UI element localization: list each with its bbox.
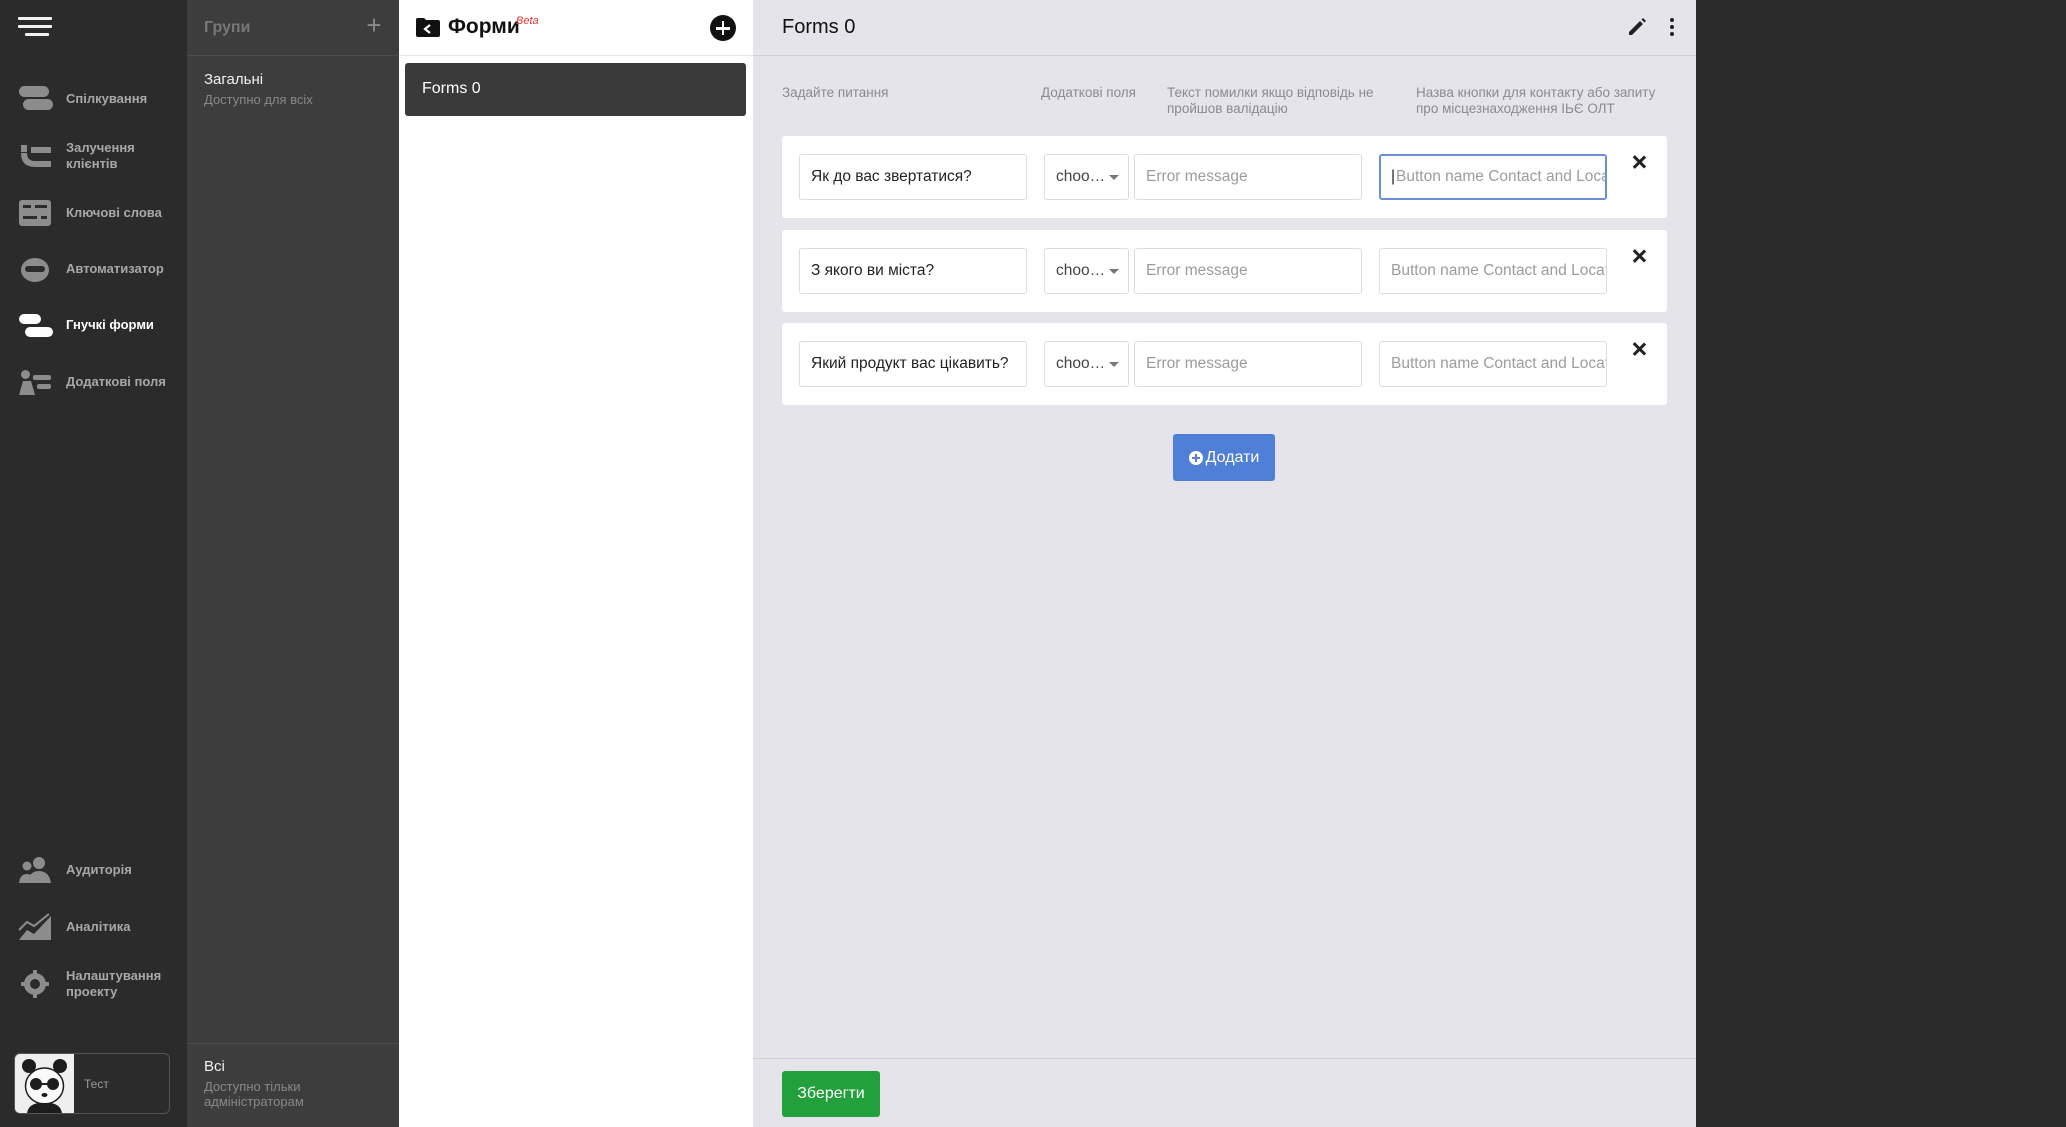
nav-label: Залучення клієнтів: [66, 140, 135, 171]
nav-label: Налаштування проекту: [66, 968, 162, 999]
groups-panel: Групи + Загальні Доступно для всіх Всі Д…: [187, 0, 399, 1127]
form-editor: Forms 0 Задайте питання Додаткові поля Т…: [753, 0, 1696, 1127]
audience-icon: [19, 857, 51, 883]
settings-gear-icon: [21, 970, 49, 998]
pencil-icon[interactable]: [1627, 17, 1647, 37]
extra-field-select[interactable]: choo…: [1044, 248, 1129, 294]
avatar: [15, 1054, 74, 1113]
group-description: Доступно тільки адміністраторам: [204, 1079, 304, 1109]
hamburger-menu-icon[interactable]: [18, 17, 52, 39]
nav-item-client-acquisition[interactable]: Залучення клієнтів: [0, 140, 187, 172]
add-question-button[interactable]: Додати: [1173, 434, 1275, 481]
error-message-input[interactable]: Error message: [1134, 341, 1362, 387]
plus-circle-icon: [1188, 450, 1203, 465]
nav-label: Ключові слова: [66, 205, 162, 220]
forms-list-panel: Форми Beta Forms 0: [399, 0, 753, 1127]
main-sidebar: Спілкування Залучення клієнтів Ключові с…: [0, 0, 187, 1127]
panda-avatar-icon: [15, 1054, 74, 1113]
nav-label: Аудиторія: [66, 862, 132, 877]
nav-item-extra-fields[interactable]: Додаткові поля: [0, 367, 187, 397]
group-name: Загальні: [204, 71, 264, 88]
remove-row-close-icon[interactable]: [1631, 341, 1647, 357]
nav-item-audience[interactable]: Аудиторія: [0, 855, 187, 885]
app-root: Спілкування Залучення клієнтів Ключові с…: [0, 0, 2066, 1127]
nav-item-chat[interactable]: Спілкування: [0, 83, 187, 113]
column-header-extra-fields: Додаткові поля: [1041, 85, 1136, 100]
question-input[interactable]: Який продукт вас цікавить?: [799, 341, 1027, 387]
column-header-button-name: Назва кнопки для контакту або запиту про…: [1416, 85, 1656, 116]
button-name-input[interactable]: |Button name Contact and Location: [1379, 154, 1607, 200]
button-name-input[interactable]: Button name Contact and Location: [1379, 341, 1607, 387]
user-name: Тест: [84, 1076, 109, 1091]
groups-title: Групи: [204, 19, 251, 36]
form-list-item[interactable]: Forms 0: [405, 63, 746, 116]
error-message-input[interactable]: Error message: [1134, 248, 1362, 294]
error-message-input[interactable]: Error message: [1134, 154, 1362, 200]
nav-label: Спілкування: [66, 91, 148, 106]
editor-footer: Зберегти: [753, 1058, 1696, 1127]
group-item-general[interactable]: Загальні Доступно для всіх: [204, 71, 313, 107]
groups-header: Групи +: [187, 0, 399, 56]
column-header-question: Задайте питання: [782, 85, 889, 100]
nav-item-flexible-forms[interactable]: Гнучкі форми: [0, 310, 187, 340]
nav-label: Автоматизатор: [66, 261, 164, 276]
question-row: Який продукт вас цікавить? choo… Error m…: [782, 323, 1667, 405]
right-empty-area: [1696, 0, 2066, 1127]
page-title: Forms 0: [782, 16, 856, 38]
question-input[interactable]: З якого ви міста?: [799, 248, 1027, 294]
column-header-error-text: Текст помилки якщо відповідь не пройшов …: [1167, 85, 1374, 116]
forms-title: Форми: [448, 15, 520, 38]
extra-field-select[interactable]: choo…: [1044, 341, 1129, 387]
add-form-button[interactable]: [710, 15, 736, 41]
groups-footer: Всі Доступно тільки адміністраторам: [187, 1043, 399, 1127]
forms-header: Форми Beta: [399, 0, 753, 56]
question-row: З якого ви міста? choo… Error message Bu…: [782, 230, 1667, 312]
form-name: Forms 0: [422, 80, 481, 97]
user-profile[interactable]: Тест: [14, 1053, 170, 1114]
nav-label: Додаткові поля: [66, 374, 166, 389]
editor-header: Forms 0: [753, 0, 1696, 56]
add-button-label: Додати: [1205, 448, 1260, 466]
beta-badge: Beta: [516, 15, 539, 27]
nav-item-project-settings[interactable]: Налаштування проекту: [0, 968, 187, 1000]
remove-row-close-icon[interactable]: [1631, 248, 1647, 264]
nav-item-keywords[interactable]: Ключові слова: [0, 198, 187, 228]
save-button[interactable]: Зберегти: [782, 1071, 880, 1117]
nav-item-automator[interactable]: Автоматизатор: [0, 254, 187, 284]
analytics-icon: [18, 913, 51, 940]
group-name: Всі: [204, 1058, 225, 1075]
question-input[interactable]: Як до вас звертатися?: [799, 154, 1027, 200]
extra-field-select[interactable]: choo…: [1044, 154, 1129, 200]
fields-icon: [19, 370, 51, 395]
back-folder-icon[interactable]: [416, 17, 440, 37]
nav-label: Гнучкі форми: [66, 317, 154, 332]
button-name-input[interactable]: Button name Contact and Location: [1379, 248, 1607, 294]
group-description: Доступно для всіх: [204, 92, 313, 107]
add-group-button[interactable]: +: [363, 12, 385, 38]
more-vertical-icon[interactable]: [1667, 16, 1677, 38]
group-item-all[interactable]: Всі Доступно тільки адміністраторам: [204, 1058, 334, 1109]
button-name-placeholder: Button name Contact and Location: [1396, 168, 1607, 185]
remove-row-close-icon[interactable]: [1631, 154, 1647, 170]
chat-icon: [19, 86, 53, 110]
forms-icon: [19, 314, 53, 337]
keywords-icon: [19, 200, 51, 226]
robot-icon: [21, 258, 49, 282]
nav-label: Аналітика: [66, 919, 131, 934]
nav-item-analytics[interactable]: Аналітика: [0, 912, 187, 942]
plus-icon: +: [366, 10, 382, 40]
magnet-icon: [21, 145, 51, 167]
question-row: Як до вас звертатися? choo… Error messag…: [782, 136, 1667, 218]
